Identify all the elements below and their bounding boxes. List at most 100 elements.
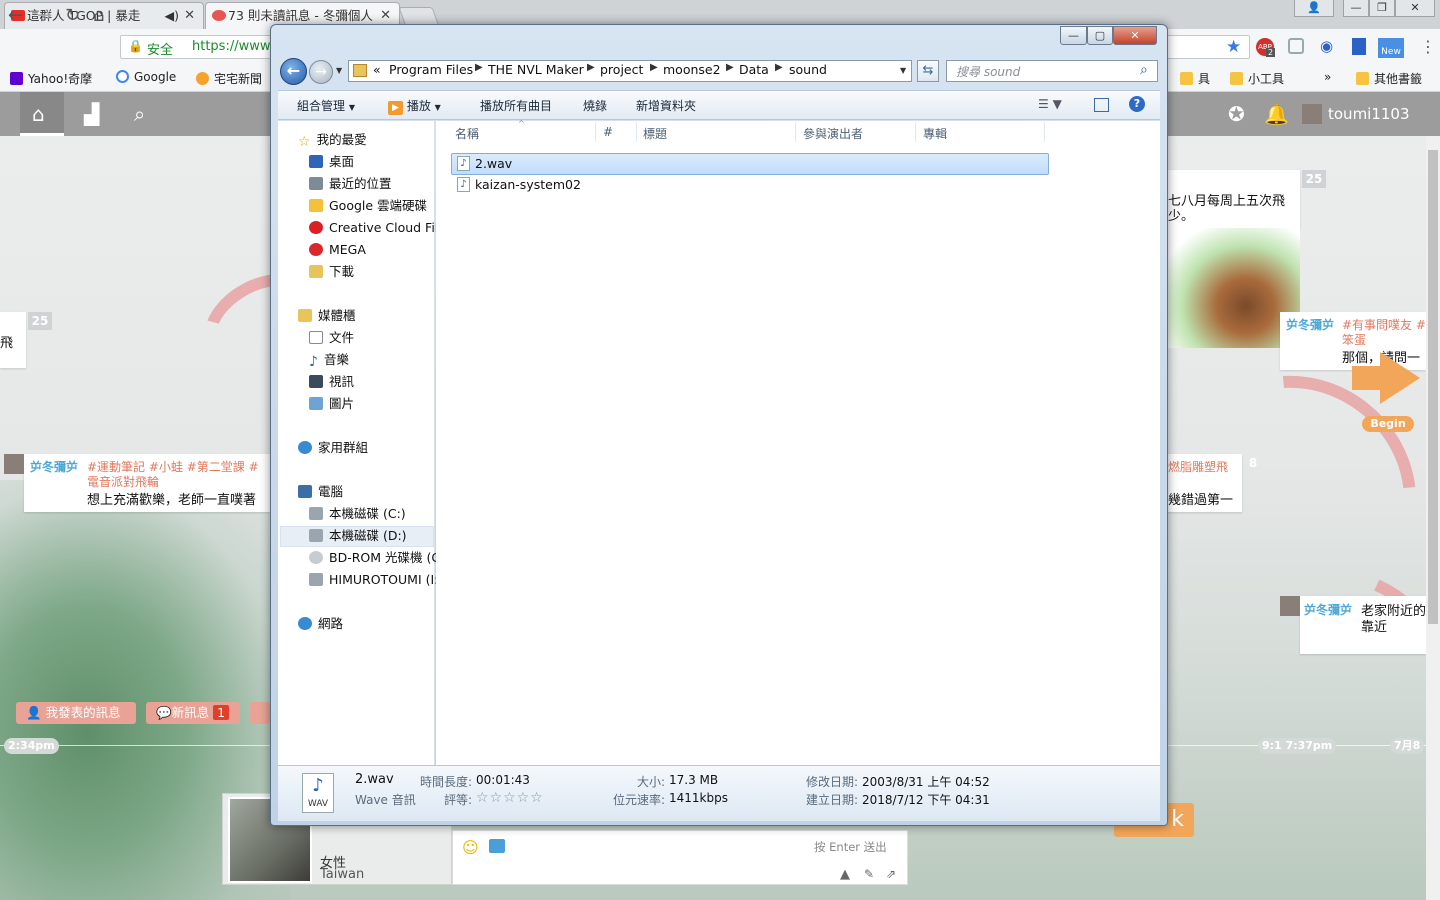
back-arrow-icon[interactable]: ← (8, 5, 23, 26)
edit-icon[interactable]: ✎ (864, 867, 874, 881)
new-messages-button[interactable]: 💬新訊息 1 (146, 702, 240, 724)
search-icon[interactable]: ⌕ (134, 102, 145, 126)
emoji-icon[interactable]: ☺ (462, 838, 479, 857)
next-arrow[interactable] (1352, 366, 1382, 390)
column-title[interactable]: 標題 (643, 125, 667, 142)
bookmark-tools[interactable]: 小工具 (1230, 70, 1284, 87)
bookmark-yahoo[interactable]: Yahoo!奇摩 (10, 70, 92, 87)
plurk-nick[interactable]: 屰冬彌屰 (30, 458, 78, 475)
nav-music[interactable]: ♪ 音樂 (309, 351, 349, 370)
warning-icon[interactable]: ▲ (840, 867, 850, 882)
history-dropdown-icon[interactable]: ▼ (336, 66, 342, 75)
explorer-close-button[interactable]: ✕ (1113, 26, 1157, 45)
close-window-button[interactable]: ✕ (1395, 0, 1435, 17)
breadcrumb-moonse2[interactable]: moonse2 (663, 62, 721, 77)
minimize-button[interactable]: — (1343, 0, 1369, 17)
star-bookmark-icon[interactable]: ★ (1226, 37, 1241, 57)
bookmark-icon[interactable] (1352, 38, 1366, 55)
compass-icon[interactable]: ✪ (1228, 102, 1245, 126)
nav-network[interactable]: 網路 (298, 615, 343, 633)
forward-arrow-icon[interactable]: → (37, 5, 52, 26)
nav-desktop[interactable]: 桌面 (309, 153, 354, 171)
filter-button[interactable] (250, 702, 270, 724)
breadcrumb-program-files[interactable]: Program Files (389, 62, 473, 77)
explorer-minimize-button[interactable]: — (1060, 26, 1087, 45)
home-icon[interactable]: ⌂ (32, 102, 45, 126)
bookmarks-overflow[interactable]: » (1324, 70, 1331, 84)
bookmark-other[interactable]: 其他書籤 (1356, 70, 1422, 87)
close-tab-icon[interactable]: ✕ (184, 3, 195, 29)
plurk-tags[interactable]: 笨蛋 (1342, 331, 1366, 348)
nav-google-drive[interactable]: Google 雲端硬碟 (309, 197, 427, 215)
plurk-tags[interactable]: 燃脂雕塑飛 (1168, 458, 1228, 475)
nav-favorites[interactable]: ☆ 我的最愛 (298, 131, 367, 150)
profile-button[interactable]: 👤 (1294, 0, 1334, 17)
image-icon[interactable] (489, 839, 505, 853)
new-extension-icon[interactable]: New (1378, 38, 1404, 58)
globe-icon[interactable]: ◉ (1320, 37, 1333, 55)
address-dropdown-icon[interactable]: ▼ (900, 66, 906, 75)
reload-icon[interactable]: ↻ (65, 5, 80, 26)
breadcrumb-overflow[interactable]: « (373, 62, 381, 77)
help-icon[interactable]: ? (1129, 96, 1145, 112)
column-track[interactable]: # (603, 125, 613, 139)
begin-button[interactable]: Begin (1362, 416, 1414, 432)
nav-downloads[interactable]: 下載 (309, 263, 354, 281)
nav-bd-rom[interactable]: BD-ROM 光碟機 (G (309, 549, 441, 567)
nav-creative-cloud[interactable]: Creative Cloud File (309, 219, 446, 237)
file-row-selected[interactable] (451, 153, 1049, 175)
column-separator[interactable] (636, 122, 637, 142)
breadcrumb-chevron-icon[interactable]: ▶ (587, 62, 595, 73)
search-icon[interactable]: ⌕ (1140, 62, 1148, 78)
plurk-tags[interactable]: 電音派對飛輪 (87, 473, 159, 490)
external-link-icon[interactable]: ⇗ (886, 867, 896, 881)
nav-homegroup[interactable]: 家用群組 (298, 439, 368, 457)
nav-computer[interactable]: 電腦 (298, 483, 343, 501)
nav-pictures[interactable]: 圖片 (309, 395, 354, 413)
burn-button[interactable]: 燒錄 (583, 97, 607, 114)
refresh-icon[interactable]: ⇆ (917, 60, 939, 82)
user-name[interactable]: toumi1103 (1328, 105, 1410, 123)
next-arrow-icon[interactable] (1380, 352, 1420, 404)
organize-menu[interactable]: 組合管理 ▼ (297, 97, 355, 114)
file-name[interactable]: kaizan-system02 (475, 177, 581, 192)
nav-libraries[interactable]: 媒體櫃 (298, 307, 356, 325)
avatar[interactable] (1302, 104, 1322, 124)
column-album[interactable]: 專輯 (923, 125, 947, 142)
menu-icon[interactable]: ⋮ (1420, 37, 1436, 56)
rating-stars[interactable]: ☆☆☆☆☆ (476, 790, 544, 806)
view-options-icon[interactable]: ☰ ▼ (1038, 97, 1062, 111)
bookmark-folder[interactable]: 具 (1180, 70, 1210, 87)
column-artists[interactable]: 參與演出者 (803, 125, 863, 142)
nav-drive-d[interactable]: 本機磁碟 (D:) (309, 527, 407, 545)
url-text[interactable]: https://www (192, 39, 271, 54)
breadcrumb-chevron-icon[interactable]: ▶ (475, 62, 483, 73)
friends-icon[interactable]: ▟ (84, 102, 99, 126)
forward-arrow-icon[interactable]: → (309, 60, 333, 84)
nav-videos[interactable]: 視訊 (309, 373, 354, 391)
column-separator[interactable] (915, 122, 916, 142)
breadcrumb-nvl-maker[interactable]: THE NVL Maker (488, 62, 584, 77)
breadcrumb-chevron-icon[interactable]: ▶ (650, 62, 658, 73)
bell-icon[interactable]: 🔔 (1264, 102, 1289, 126)
plurk-nick[interactable]: 屰冬彌屰 (1286, 316, 1334, 333)
breadcrumb-project[interactable]: project (600, 62, 643, 77)
column-separator[interactable] (595, 122, 596, 142)
home-icon[interactable]: ⌂ (93, 5, 104, 26)
column-separator[interactable] (1044, 122, 1045, 142)
back-arrow-icon[interactable]: ← (280, 58, 307, 85)
nav-drive-i[interactable]: HIMUROTOUMI (I: (309, 571, 438, 589)
page-scroll-thumb[interactable] (1428, 150, 1438, 624)
extension-icon[interactable] (1288, 38, 1304, 54)
preview-pane-icon[interactable] (1094, 98, 1109, 112)
file-name[interactable]: 2.wav (475, 156, 512, 171)
breadcrumb-sound[interactable]: sound (789, 62, 827, 77)
breadcrumb-data[interactable]: Data (739, 62, 769, 77)
nav-recent[interactable]: 最近的位置 (309, 175, 392, 193)
my-posts-button[interactable]: 👤 我發表的訊息 (16, 702, 136, 724)
nav-mega[interactable]: MEGA (309, 241, 366, 259)
bookmark-zhaizhai[interactable]: 宅宅新聞 (196, 70, 262, 87)
column-name[interactable]: 名稱 (455, 125, 479, 142)
play-menu[interactable]: ▶ 播放 ▼ (388, 97, 441, 115)
new-folder-button[interactable]: 新增資料夾 (636, 97, 696, 114)
